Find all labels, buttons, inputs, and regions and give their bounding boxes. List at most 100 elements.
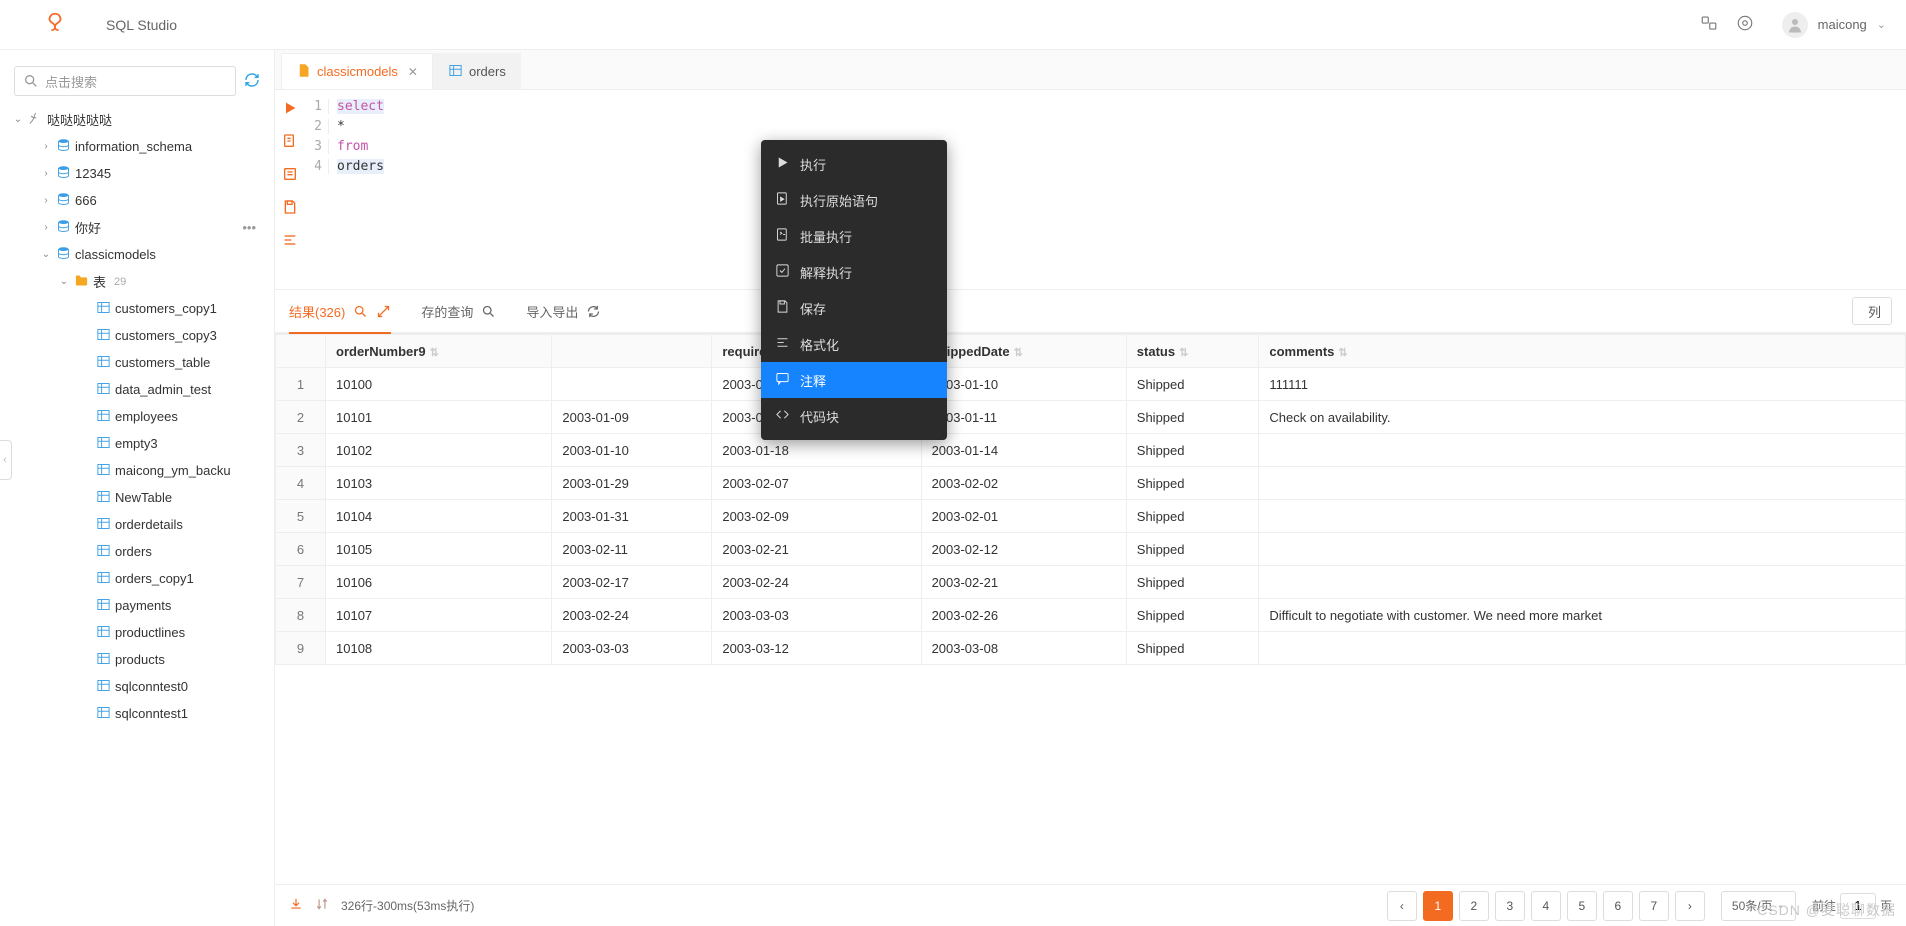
sort-icon[interactable]: ⇅ <box>1014 347 1023 359</box>
table-row[interactable]: 6101052003-02-112003-02-212003-02-12Ship… <box>276 533 1906 566</box>
table-node[interactable]: products <box>8 646 266 673</box>
sql-editor[interactable]: 1select2 *3from4 orders <box>305 90 1906 289</box>
table-node[interactable]: customers_table <box>8 349 266 376</box>
result-tabs: 结果(326) 存的查询 导入导出 列 <box>275 290 1906 334</box>
comment-icon <box>775 371 790 389</box>
expand-icon[interactable] <box>376 304 391 319</box>
page-button[interactable]: 7 <box>1639 891 1669 921</box>
table-node[interactable]: empty3 <box>8 430 266 457</box>
table-row[interactable]: 2101012003-01-092003-01-182003-01-11Ship… <box>276 401 1906 434</box>
editor-toolbar <box>275 90 305 289</box>
search-icon <box>23 73 39 89</box>
page-button[interactable]: 5 <box>1567 891 1597 921</box>
database-node[interactable]: ›12345 <box>8 160 266 187</box>
table-node[interactable]: customers_copy3 <box>8 322 266 349</box>
table-row[interactable]: 9101082003-03-032003-03-122003-03-08Ship… <box>276 632 1906 665</box>
page-button[interactable]: 2 <box>1459 891 1489 921</box>
saved-queries-tab[interactable]: 存的查询 <box>421 289 496 333</box>
table-node[interactable]: data_admin_test <box>8 376 266 403</box>
column-header[interactable]: orderNumber9⇅ <box>326 335 552 368</box>
table-node[interactable]: sqlconntest1 <box>8 700 266 727</box>
table-row[interactable]: 3101022003-01-102003-01-182003-01-14Ship… <box>276 434 1906 467</box>
database-node[interactable]: ›information_schema <box>8 133 266 160</box>
import-export-tab[interactable]: 导入导出 <box>526 289 601 333</box>
table-node[interactable]: maicong_ym_backu <box>8 457 266 484</box>
table-node[interactable]: productlines <box>8 619 266 646</box>
play-icon <box>775 155 790 173</box>
translate-icon[interactable] <box>1700 14 1718 35</box>
sort-icon[interactable]: ⇅ <box>1179 347 1188 359</box>
database-node[interactable]: ›你好••• <box>8 214 266 241</box>
table-node[interactable]: orders_copy1 <box>8 565 266 592</box>
table-node[interactable]: customers_copy1 <box>8 295 266 322</box>
next-page-button[interactable]: › <box>1675 891 1705 921</box>
table-icon <box>96 543 111 561</box>
context-menu-item[interactable]: 代码块 <box>761 398 947 434</box>
sort-icon[interactable]: ⇅ <box>430 347 439 359</box>
table-row[interactable]: 1101002003-01-132003-01-10Shipped111111 <box>276 368 1906 401</box>
prev-page-button[interactable]: ‹ <box>1387 891 1417 921</box>
row-number-header <box>276 335 326 368</box>
table-row[interactable]: 8101072003-02-242003-03-032003-02-26Ship… <box>276 599 1906 632</box>
table-node[interactable]: orders <box>8 538 266 565</box>
run-script-button[interactable] <box>282 133 298 152</box>
connection-node[interactable]: ⌄ 哒哒哒哒哒 <box>8 106 266 133</box>
content-area: classicmodels✕orders 1select2 *3from4 or… <box>275 50 1906 926</box>
editor-tab[interactable]: classicmodels✕ <box>281 53 433 89</box>
table-icon <box>96 435 111 453</box>
save-icon <box>775 299 790 317</box>
context-menu-item[interactable]: 注释 <box>761 362 947 398</box>
tables-folder[interactable]: ⌄表29 <box>8 268 266 295</box>
search-icon[interactable] <box>353 304 368 319</box>
close-icon[interactable]: ✕ <box>408 65 418 79</box>
page-button[interactable]: 4 <box>1531 891 1561 921</box>
sort-icon[interactable] <box>315 897 329 914</box>
table-row[interactable]: 4101032003-01-292003-02-072003-02-02Ship… <box>276 467 1906 500</box>
context-menu-item[interactable]: 执行原始语句 <box>761 182 947 218</box>
search-icon <box>481 304 496 319</box>
editor-tabs: classicmodels✕orders <box>275 50 1906 90</box>
table-node[interactable]: orderdetails <box>8 511 266 538</box>
settings-icon[interactable] <box>1736 14 1754 35</box>
table-icon <box>96 678 111 696</box>
table-icon <box>96 705 111 723</box>
format-button[interactable] <box>282 232 298 251</box>
columns-button[interactable]: 列 <box>1852 297 1892 325</box>
refresh-button[interactable] <box>244 72 260 91</box>
column-header[interactable]: comments⇅ <box>1259 335 1906 368</box>
page-button[interactable]: 6 <box>1603 891 1633 921</box>
page-button[interactable]: 1 <box>1423 891 1453 921</box>
sort-icon[interactable]: ⇅ <box>1338 347 1347 359</box>
more-icon[interactable]: ••• <box>242 220 266 235</box>
table-node[interactable]: employees <box>8 403 266 430</box>
run-button[interactable] <box>282 100 298 119</box>
search-input[interactable]: 点击搜索 <box>14 66 236 96</box>
history-button[interactable] <box>282 166 298 185</box>
results-table[interactable]: orderNumber9⇅requiredDate⇅shippedDate⇅st… <box>275 334 1906 884</box>
user-menu[interactable]: maicong ⌄ <box>1782 12 1886 38</box>
table-icon <box>96 489 111 507</box>
column-header[interactable]: shippedDate⇅ <box>921 335 1126 368</box>
database-node[interactable]: ⌄classicmodels <box>8 241 266 268</box>
table-row[interactable]: 7101062003-02-172003-02-242003-02-21Ship… <box>276 566 1906 599</box>
context-menu-item[interactable]: 保存 <box>761 290 947 326</box>
save-button[interactable] <box>282 199 298 218</box>
sidebar-collapse-handle[interactable]: ‹ <box>0 440 12 480</box>
table-node[interactable]: sqlconntest0 <box>8 673 266 700</box>
database-node[interactable]: ›666 <box>8 187 266 214</box>
table-node[interactable]: payments <box>8 592 266 619</box>
results-tab[interactable]: 结果(326) <box>289 290 391 334</box>
column-header[interactable] <box>552 335 712 368</box>
context-menu-item[interactable]: 格式化 <box>761 326 947 362</box>
page-button[interactable]: 3 <box>1495 891 1525 921</box>
context-menu-item[interactable]: 解释执行 <box>761 254 947 290</box>
table-row[interactable]: 5101042003-01-312003-02-092003-02-01Ship… <box>276 500 1906 533</box>
table-node[interactable]: NewTable <box>8 484 266 511</box>
table-icon <box>96 408 111 426</box>
context-menu-item[interactable]: 执行 <box>761 146 947 182</box>
context-menu-item[interactable]: 批量执行 <box>761 218 947 254</box>
column-header[interactable]: status⇅ <box>1126 335 1259 368</box>
download-icon[interactable] <box>289 897 303 914</box>
database-icon <box>56 246 71 264</box>
editor-tab[interactable]: orders <box>433 53 521 89</box>
